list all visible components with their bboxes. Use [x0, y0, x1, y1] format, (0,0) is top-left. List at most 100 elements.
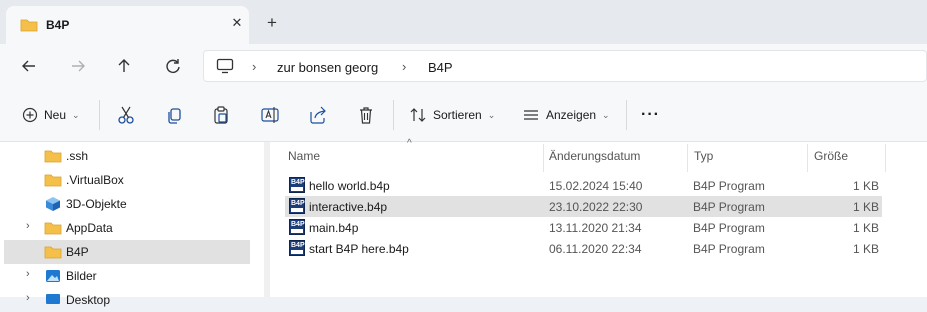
sidebar-item-label: B4P	[66, 245, 89, 259]
file-name: start B4P here.b4p	[309, 242, 409, 256]
file-type: B4P Program	[693, 221, 765, 235]
view-button-label: Anzeigen	[546, 108, 597, 122]
file-size: 1 KB	[852, 179, 879, 193]
b4p-file-icon: B4P	[289, 240, 305, 256]
file-date: 23.10.2022 22:30	[549, 200, 643, 214]
sidebar-item-label: Desktop	[66, 293, 111, 307]
b4p-file-icon: B4P	[289, 177, 305, 193]
file-row[interactable]: B4P start B4P here.b4p 06.11.2020 22:34 …	[285, 238, 882, 259]
folder-icon	[20, 19, 38, 32]
view-lines-icon	[524, 110, 538, 120]
sidebar-item-desktop[interactable]: › Desktop	[4, 288, 250, 312]
breadcrumb-separator[interactable]: ›	[402, 59, 406, 74]
share-icon[interactable]	[308, 104, 328, 126]
copy-icon[interactable]	[165, 104, 183, 126]
file-type: B4P Program	[693, 179, 765, 193]
file-size: 1 KB	[852, 242, 879, 256]
column-header-name[interactable]: Name	[288, 149, 320, 163]
file-name: hello world.b4p	[309, 179, 390, 193]
file-row[interactable]: B4P hello world.b4p 15.02.2024 15:40 B4P…	[285, 175, 882, 196]
forward-arrow-icon[interactable]	[66, 54, 90, 78]
sort-icon	[410, 108, 426, 122]
sidebar-item-virtualbox[interactable]: .VirtualBox	[4, 168, 250, 192]
sidebar-item-ssh[interactable]: .ssh	[4, 144, 250, 168]
b4p-file-icon: B4P	[289, 198, 305, 214]
column-header-type[interactable]: Typ	[694, 149, 713, 163]
sidebar-item-label: Bilder	[66, 269, 97, 283]
column-divider[interactable]	[543, 144, 544, 172]
breadcrumb-separator[interactable]: ›	[252, 59, 256, 74]
file-name: main.b4p	[309, 221, 359, 235]
file-row[interactable]: B4P interactive.b4p 23.10.2022 22:30 B4P…	[285, 196, 882, 217]
new-tab-button[interactable]: +	[263, 14, 281, 32]
file-type: B4P Program	[693, 200, 765, 214]
divider	[393, 100, 394, 130]
column-header-size[interactable]: Größe	[814, 149, 848, 163]
tab-b4p[interactable]: B4P ✕	[6, 6, 249, 44]
file-row[interactable]: B4P main.b4p 13.11.2020 21:34 B4P Progra…	[285, 217, 882, 238]
chevron-down-icon: ⌄	[72, 109, 80, 120]
column-header-date[interactable]: Änderungsdatum	[549, 149, 640, 163]
column-divider[interactable]	[687, 144, 688, 172]
folder-icon	[44, 246, 62, 259]
back-arrow-icon[interactable]	[17, 54, 41, 78]
chevron-right-icon[interactable]: ›	[26, 268, 30, 280]
sidebar-item-bilder[interactable]: › Bilder	[4, 264, 250, 288]
file-size: 1 KB	[852, 221, 879, 235]
file-date: 15.02.2024 15:40	[549, 179, 643, 193]
sidebar-item-b4p[interactable]: B4P	[4, 240, 250, 264]
sidebar-item-label: AppData	[66, 221, 113, 235]
file-date: 06.11.2020 22:34	[549, 242, 642, 256]
command-bar: Neu ⌄ Sortieren ⌄ Anzeigen ⌄ ···	[0, 88, 927, 142]
more-options-icon[interactable]: ···	[641, 104, 660, 126]
chevron-down-icon: ⌄	[602, 109, 610, 120]
refresh-icon[interactable]	[161, 54, 185, 78]
divider	[626, 100, 627, 130]
chevron-right-icon[interactable]: ›	[26, 220, 30, 232]
sidebar-item-label: .ssh	[66, 149, 89, 163]
folder-icon	[44, 174, 62, 187]
new-button-label: Neu	[44, 108, 67, 122]
column-divider[interactable]	[807, 144, 808, 172]
file-list: ^ Name Änderungsdatum Typ Größe B4P hell…	[270, 138, 927, 297]
pictures-icon	[46, 270, 60, 282]
chevron-right-icon[interactable]: ›	[26, 292, 30, 304]
tab-title: B4P	[46, 18, 70, 32]
navigation-bar: › zur bonsen georg › B4P	[0, 44, 927, 88]
desktop-icon	[46, 294, 60, 304]
sidebar-item-3d-objekte[interactable]: 3D-Objekte	[4, 192, 250, 216]
sidebar-item-appdata[interactable]: › AppData	[4, 216, 250, 240]
computer-icon[interactable]	[216, 58, 234, 74]
b4p-file-icon: B4P	[289, 219, 305, 235]
column-divider[interactable]	[885, 144, 886, 172]
breadcrumb-item-user[interactable]: zur bonsen georg	[277, 60, 378, 75]
view-button[interactable]: Anzeigen ⌄	[522, 104, 610, 126]
sort-button-label: Sortieren	[433, 108, 482, 122]
tab-strip: B4P ✕ +	[0, 0, 927, 44]
cut-icon[interactable]	[117, 104, 135, 126]
address-bar[interactable]: › zur bonsen georg › B4P	[203, 50, 927, 82]
divider	[99, 100, 100, 130]
rename-icon[interactable]	[260, 104, 280, 126]
breadcrumb-item-b4p[interactable]: B4P	[428, 60, 453, 75]
paste-icon[interactable]	[212, 104, 230, 126]
close-tab-icon[interactable]: ✕	[230, 16, 244, 30]
up-arrow-icon[interactable]	[112, 54, 136, 78]
sidebar-item-label: .VirtualBox	[66, 173, 124, 187]
file-name: interactive.b4p	[309, 200, 388, 214]
folder-icon	[44, 150, 62, 163]
plus-circle-icon	[22, 107, 38, 123]
file-size: 1 KB	[852, 200, 879, 214]
delete-icon[interactable]	[357, 104, 375, 126]
file-type: B4P Program	[693, 242, 765, 256]
new-button[interactable]: Neu ⌄	[22, 104, 80, 126]
explorer-body: .ssh .VirtualBox 3D-Objekte › AppData B4…	[0, 138, 927, 307]
sort-button[interactable]: Sortieren ⌄	[409, 104, 495, 126]
chevron-down-icon: ⌄	[487, 109, 496, 120]
sort-indicator-icon: ^	[407, 138, 412, 149]
cube-icon	[46, 197, 60, 211]
sidebar-item-label: 3D-Objekte	[66, 197, 127, 211]
file-date: 13.11.2020 21:34	[549, 221, 642, 235]
folder-icon	[44, 222, 62, 235]
navigation-pane: .ssh .VirtualBox 3D-Objekte › AppData B4…	[0, 142, 262, 307]
